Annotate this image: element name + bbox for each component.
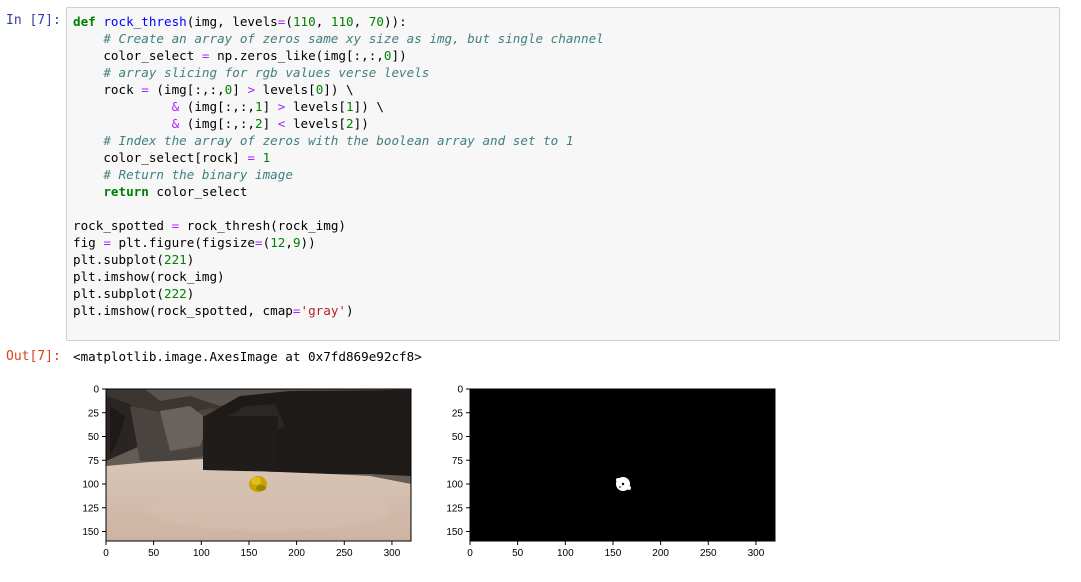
- in-prompt: In [7]:: [6, 13, 61, 28]
- y-tick-label: 25: [452, 408, 464, 419]
- code-line: # Index the array of zeros with the bool…: [103, 133, 574, 148]
- code-line: & (img[:,:,2] < levels[2]): [171, 116, 369, 131]
- x-tick-label: 250: [336, 548, 353, 559]
- x-tick-label: 100: [193, 548, 210, 559]
- y-tick-label: 0: [93, 385, 99, 396]
- x-tick-label: 50: [512, 548, 524, 559]
- code-line: rock = (img[:,:,0] > levels[0]) \: [73, 82, 354, 97]
- x-tick-label: 200: [288, 548, 305, 559]
- y-tick-label: 100: [446, 480, 463, 491]
- code-line: & (img[:,:,1] > levels[1]) \: [171, 99, 384, 114]
- right-x-axis: 0 50 100 150 200 250 300: [467, 541, 765, 559]
- code-line: # array slicing for rgb values verse lev…: [103, 65, 430, 80]
- x-tick-label: 200: [652, 548, 669, 559]
- y-tick-label: 125: [446, 503, 463, 514]
- right-y-axis: 0 25 50 75 100 125 150: [446, 385, 470, 538]
- matplotlib-figure: 0 25 50 75 100 125 150 0 50 100 150 200 250 300 0 25 5…: [82, 385, 776, 559]
- y-tick-label: 50: [88, 432, 100, 443]
- code-line: plt.imshow(rock_img): [73, 269, 225, 284]
- x-tick-label: 0: [467, 548, 473, 559]
- left-y-axis: 0 25 50 75 100 125 150: [82, 385, 106, 538]
- code-line: def rock_thresh(img, levels=(110, 110, 7…: [73, 14, 407, 29]
- y-tick-label: 100: [82, 480, 99, 491]
- y-tick-label: 0: [457, 385, 463, 396]
- code-line: return color_select: [103, 184, 248, 199]
- output-text: <matplotlib.image.AxesImage at 0x7fd869e…: [73, 349, 422, 364]
- x-tick-label: 250: [700, 548, 717, 559]
- x-tick-label: 0: [103, 548, 109, 559]
- out-prompt: Out[7]:: [6, 349, 61, 364]
- right-subplot: 0 25 50 75 100 125 150 0 50 100 150 200 250 300: [446, 385, 776, 559]
- y-tick-label: 150: [82, 527, 99, 538]
- y-tick-label: 25: [88, 408, 100, 419]
- left-subplot: 0 25 50 75 100 125 150 0 50 100 150 200 250 300: [82, 385, 412, 559]
- code-line: fig = plt.figure(figsize=(12,9)): [73, 235, 316, 250]
- rover-camera-image: [106, 389, 411, 541]
- code-line: # Create an array of zeros same xy size …: [103, 31, 604, 46]
- x-tick-label: 150: [605, 548, 622, 559]
- y-tick-label: 125: [82, 503, 99, 514]
- x-tick-label: 150: [241, 548, 258, 559]
- y-tick-label: 75: [452, 456, 464, 467]
- code-line: plt.imshow(rock_spotted, cmap='gray'): [73, 303, 354, 318]
- code-line: color_select[rock] = 1: [73, 150, 271, 165]
- code-editor[interactable]: def rock_thresh(img, levels=(110, 110, 7…: [73, 13, 604, 319]
- code-line: plt.subplot(222): [73, 286, 195, 301]
- x-tick-label: 50: [148, 548, 160, 559]
- yellow-rock: [249, 476, 267, 492]
- code-line: color_select = np.zeros_like(img[:,:,0]): [73, 48, 407, 63]
- code-line: # Return the binary image: [103, 167, 293, 182]
- y-tick-label: 150: [446, 527, 463, 538]
- code-line: plt.subplot(221): [73, 252, 195, 267]
- x-tick-label: 300: [748, 548, 765, 559]
- code-line: rock_spotted = rock_thresh(rock_img): [73, 218, 346, 233]
- x-tick-label: 100: [557, 548, 574, 559]
- binary-threshold-image: [470, 389, 775, 541]
- y-tick-label: 50: [452, 432, 464, 443]
- code-input-area[interactable]: def rock_thresh(img, levels=(110, 110, 7…: [66, 7, 1060, 341]
- x-tick-label: 300: [384, 548, 401, 559]
- y-tick-label: 75: [88, 456, 100, 467]
- left-x-axis: 0 50 100 150 200 250 300: [103, 541, 401, 559]
